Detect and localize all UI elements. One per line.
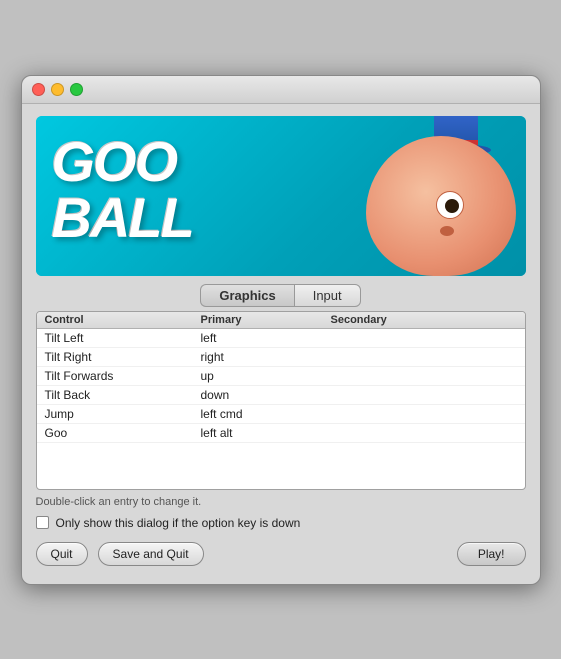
col-header-control: Control [37,314,197,326]
traffic-lights [32,83,83,96]
tab-graphics[interactable]: Graphics [200,284,293,307]
table-body: Tilt Left left Tilt Right right Tilt For… [37,329,525,489]
character-art [356,116,516,276]
table-row[interactable]: Tilt Left left [37,329,525,348]
col-header-secondary: Secondary [327,314,525,326]
checkbox-row: Only show this dialog if the option key … [36,516,526,530]
save-quit-button[interactable]: Save and Quit [98,542,204,566]
table-row[interactable]: Tilt Forwards up [37,367,525,386]
cell-primary: down [197,388,327,402]
title-bar [22,76,540,104]
cell-primary: left alt [197,426,327,440]
cell-secondary [327,369,525,383]
logo-line1: GOO [52,134,193,190]
cell-primary: up [197,369,327,383]
option-key-checkbox[interactable] [36,516,49,529]
cell-secondary [327,388,525,402]
cell-control: Tilt Forwards [37,369,197,383]
game-logo: GOO BALL [52,134,193,246]
cell-primary: left [197,331,327,345]
table-header: Control Primary Secondary [37,312,525,329]
cell-secondary [327,407,525,421]
table-row[interactable]: Jump left cmd [37,405,525,424]
close-button[interactable] [32,83,45,96]
game-banner: GOO BALL [36,116,526,276]
maximize-button[interactable] [70,83,83,96]
cell-primary: right [197,350,327,364]
table-row[interactable]: Goo left alt [37,424,525,443]
tabs-bar: Graphics Input [22,284,540,307]
table-hint: Double-click an entry to change it. [36,496,526,508]
quit-button[interactable]: Quit [36,542,88,566]
table-row[interactable]: Tilt Right right [37,348,525,367]
cell-control: Tilt Right [37,350,197,364]
character-face [366,136,516,276]
cell-control: Goo [37,426,197,440]
cell-control: Tilt Back [37,388,197,402]
cell-primary: left cmd [197,407,327,421]
main-window: GOO BALL Graphics Input [21,75,541,585]
cell-control: Jump [37,407,197,421]
minimize-button[interactable] [51,83,64,96]
checkbox-label: Only show this dialog if the option key … [56,516,301,530]
controls-table: Control Primary Secondary Tilt Left left… [36,311,526,490]
buttons-row: Quit Save and Quit Play! [36,542,526,566]
cell-secondary [327,426,525,440]
play-button[interactable]: Play! [457,542,526,566]
logo-line2: BALL [52,190,193,246]
cell-secondary [327,350,525,364]
tab-input[interactable]: Input [294,284,361,307]
cell-control: Tilt Left [37,331,197,345]
table-row[interactable]: Tilt Back down [37,386,525,405]
cell-secondary [327,331,525,345]
col-header-primary: Primary [197,314,327,326]
